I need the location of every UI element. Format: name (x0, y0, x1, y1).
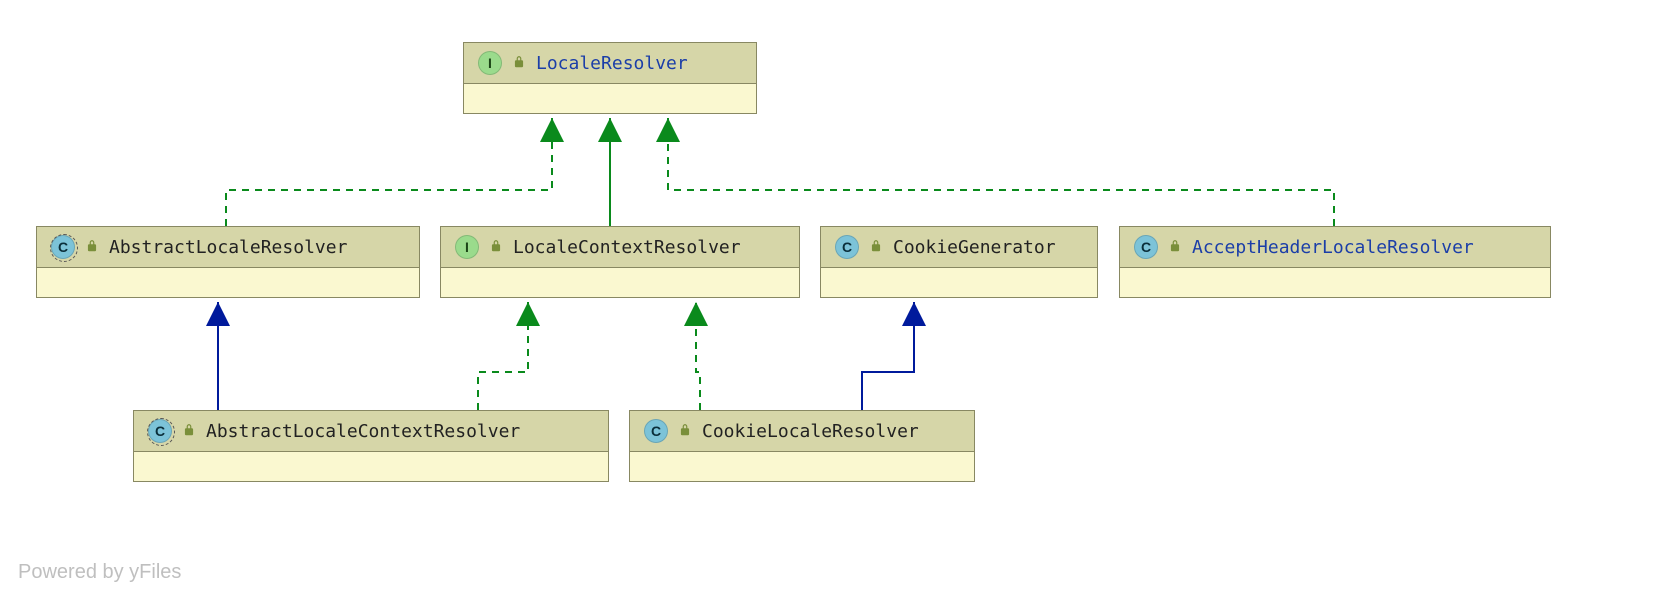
node-label: CookieGenerator (893, 237, 1056, 258)
lock-icon (678, 421, 692, 442)
node-accept-header-locale-resolver[interactable]: C AcceptHeaderLocaleResolver (1119, 226, 1551, 298)
node-cookie-generator[interactable]: C CookieGenerator (820, 226, 1098, 298)
lock-icon (1168, 237, 1182, 258)
node-label: AbstractLocaleContextResolver (206, 421, 520, 442)
interface-icon: I (478, 51, 502, 75)
interface-icon: I (455, 235, 479, 259)
lock-icon (85, 237, 99, 258)
lock-icon (512, 53, 526, 74)
watermark-label: Powered by yFiles (18, 561, 181, 584)
node-label: AbstractLocaleResolver (109, 237, 347, 258)
node-abstract-locale-resolver[interactable]: C AbstractLocaleResolver (36, 226, 420, 298)
class-icon: C (644, 419, 668, 443)
node-label: LocaleResolver (536, 53, 688, 74)
lock-icon (489, 237, 503, 258)
node-label: AcceptHeaderLocaleResolver (1192, 237, 1474, 258)
abstract-class-icon: C (51, 235, 75, 259)
abstract-class-icon: C (148, 419, 172, 443)
node-label: CookieLocaleResolver (702, 421, 919, 442)
node-label: LocaleContextResolver (513, 237, 741, 258)
node-locale-context-resolver[interactable]: I LocaleContextResolver (440, 226, 800, 298)
lock-icon (182, 421, 196, 442)
class-icon: C (835, 235, 859, 259)
lock-icon (869, 237, 883, 258)
class-icon: C (1134, 235, 1158, 259)
node-locale-resolver[interactable]: I LocaleResolver (463, 42, 757, 114)
node-abstract-locale-context-resolver[interactable]: C AbstractLocaleContextResolver (133, 410, 609, 482)
node-cookie-locale-resolver[interactable]: C CookieLocaleResolver (629, 410, 975, 482)
